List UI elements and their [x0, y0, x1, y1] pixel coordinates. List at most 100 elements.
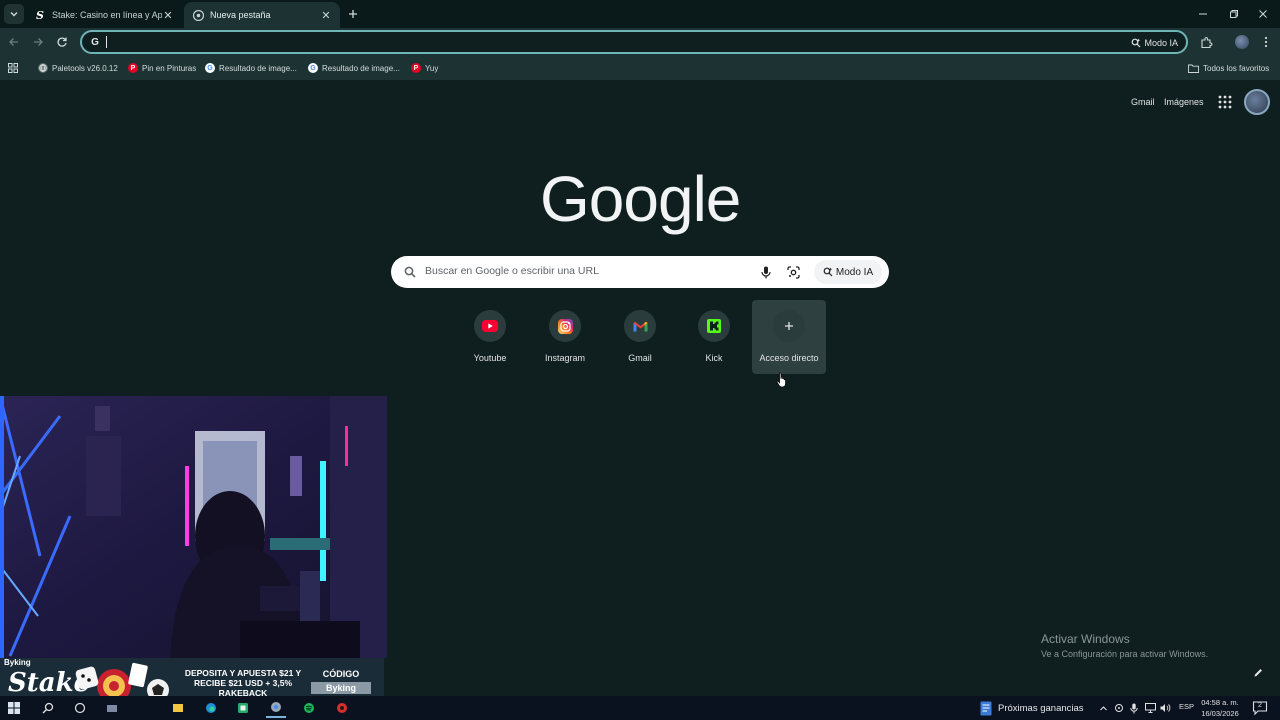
system-clock[interactable]: 04:58 a. m. 16/03/2026: [1198, 697, 1242, 719]
profile-button[interactable]: [1232, 32, 1252, 52]
all-bookmarks-button[interactable]: Todos los favoritos: [1188, 60, 1269, 76]
minimize-button[interactable]: [1186, 0, 1220, 28]
extensions-button[interactable]: [1196, 32, 1216, 52]
kick-icon: [698, 310, 730, 342]
tray-icon[interactable]: [1143, 701, 1157, 715]
account-avatar[interactable]: [1244, 89, 1270, 115]
network-icon: [1144, 703, 1156, 713]
bookmark-label: Resultado de image...: [322, 63, 400, 73]
address-bar[interactable]: G Modo IA: [80, 30, 1188, 54]
images-link[interactable]: Imágenes: [1164, 92, 1204, 112]
stake-favicon: S: [34, 9, 46, 21]
chrome-icon: [271, 702, 281, 712]
back-button[interactable]: [4, 32, 24, 52]
close-tab-icon[interactable]: ✕: [162, 9, 174, 22]
new-tab-button[interactable]: [344, 5, 362, 23]
bookmark-item[interactable]: P Yuy: [411, 60, 438, 76]
pencil-icon: [1254, 668, 1262, 676]
gmail-icon: [624, 310, 656, 342]
file-explorer-icon: [173, 704, 183, 712]
customize-button[interactable]: [1246, 660, 1270, 684]
apps-grid-icon: [1218, 95, 1232, 109]
news-widget-label: Próximas ganancias: [998, 702, 1084, 714]
ai-mode-label: Modo IA: [1144, 37, 1178, 48]
apps-shortcut-button[interactable]: [8, 60, 18, 76]
taskbar-app[interactable]: [233, 698, 253, 718]
chrome-favicon: [192, 9, 204, 21]
google-apps-button[interactable]: [1218, 95, 1232, 109]
taskbar-app[interactable]: [332, 698, 352, 718]
news-widget[interactable]: Próximas ganancias: [980, 699, 1084, 717]
ai-search-icon: [1132, 38, 1141, 47]
ai-mode-button[interactable]: Modo IA: [814, 260, 882, 284]
hand-cursor-icon: [776, 372, 788, 393]
google-icon: G: [88, 35, 102, 49]
search-input[interactable]: Buscar en Google o escribir una URL: [425, 265, 599, 277]
shortcut-label: Gmail: [628, 353, 652, 363]
shortcut-label: Kick: [705, 353, 723, 363]
text-caret: [106, 36, 107, 48]
restore-icon: [1230, 10, 1238, 18]
start-button[interactable]: [4, 698, 24, 718]
youtube-icon: [474, 310, 506, 342]
reload-icon: [57, 37, 67, 47]
tray-overflow-button[interactable]: [1096, 701, 1110, 715]
pinterest-icon: P: [128, 63, 138, 73]
webcam-overlay: [0, 396, 387, 658]
browser-toolbar: G Modo IA: [0, 28, 1280, 56]
bookmark-item[interactable]: G Resultado de image...: [205, 60, 297, 76]
windows-icon: [8, 702, 20, 714]
language-indicator[interactable]: ESP: [1179, 702, 1194, 711]
minimize-icon: [1199, 13, 1207, 15]
shortcut-kick[interactable]: Kick: [677, 300, 751, 374]
bookmarks-bar: Paletools v26.0.12 P Pin en Pinturas G R…: [0, 56, 1280, 80]
tab-search-button[interactable]: [4, 4, 24, 24]
taskbar-app[interactable]: [201, 698, 221, 718]
bookmark-item[interactable]: Paletools v26.0.12: [38, 60, 118, 76]
spotify-icon: [304, 703, 314, 713]
shortcut-youtube[interactable]: Youtube: [453, 300, 527, 374]
shortcut-instagram[interactable]: Instagram: [528, 300, 602, 374]
tab-stake[interactable]: S Stake: Casino en línea y Apuestas ✕: [26, 2, 182, 28]
voice-search-button[interactable]: [758, 264, 774, 280]
folder-icon: [1188, 64, 1199, 73]
app-icon: [337, 703, 347, 713]
taskbar-app[interactable]: [299, 698, 319, 718]
camera-lens-icon: [786, 265, 800, 279]
tab-new-tab[interactable]: Nueva pestaña ✕: [184, 2, 340, 28]
bookmark-item[interactable]: G Resultado de image...: [308, 60, 400, 76]
omnibox-ai-mode-button[interactable]: Modo IA: [1131, 35, 1178, 50]
tray-icon[interactable]: [1159, 701, 1173, 715]
notification-count: 2: [1258, 702, 1262, 709]
shortcut-gmail[interactable]: Gmail: [603, 300, 677, 374]
forward-button[interactable]: [28, 32, 48, 52]
menu-button[interactable]: [1256, 32, 1276, 52]
taskbar-app[interactable]: [168, 698, 188, 718]
clock-time: 04:58 a. m.: [1201, 698, 1239, 707]
close-window-button[interactable]: [1246, 0, 1280, 28]
gmail-link[interactable]: Gmail: [1131, 92, 1155, 112]
promo-code-label: CÓDIGO: [322, 669, 360, 679]
windows-taskbar: Próximas ganancias ESP 04:58 a. m. 16/03…: [0, 696, 1280, 720]
pinterest-icon: P: [411, 63, 421, 73]
apps-grid-icon: [8, 63, 18, 73]
promo-text: DEPOSITA Y APUESTA $21 Y RECIBE $21 USD …: [184, 668, 302, 698]
taskbar-app-chrome[interactable]: [266, 698, 286, 718]
search-box[interactable]: Buscar en Google o escribir una URL Modo…: [391, 256, 889, 288]
taskbar-app[interactable]: [102, 698, 122, 718]
tray-icon[interactable]: [1127, 701, 1141, 715]
lens-search-button[interactable]: [785, 264, 801, 280]
taskbar-app[interactable]: [70, 698, 90, 718]
shortcut-add[interactable]: Acceso directo: [752, 300, 826, 374]
reload-button[interactable]: [52, 32, 72, 52]
taskbar-search-button[interactable]: [38, 698, 58, 718]
microphone-icon: [1130, 703, 1138, 713]
bookmark-label: Resultado de image...: [219, 63, 297, 73]
plus-icon: [773, 310, 805, 342]
profile-avatar-icon: [1235, 35, 1249, 49]
bookmark-item[interactable]: P Pin en Pinturas: [128, 60, 196, 76]
tray-icon[interactable]: [1112, 701, 1126, 715]
close-tab-icon[interactable]: ✕: [320, 9, 332, 22]
notifications-button[interactable]: 2: [1252, 700, 1268, 716]
arrow-right-icon: [34, 38, 43, 46]
